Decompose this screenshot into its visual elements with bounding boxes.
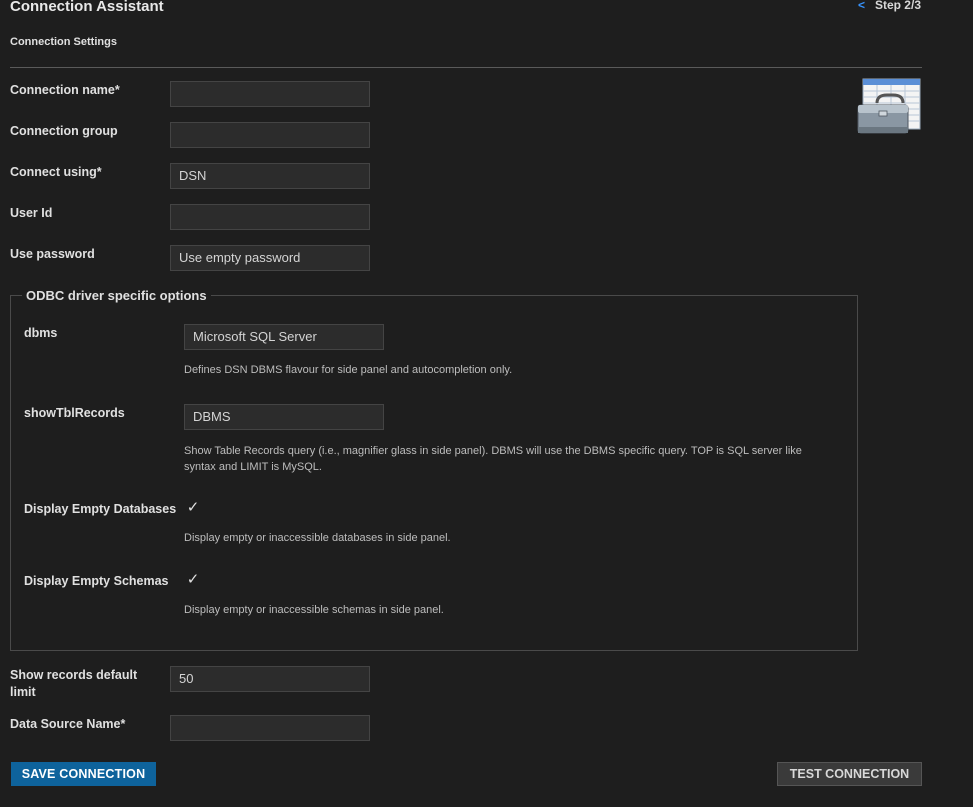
section-subtitle: Connection Settings [10,36,117,48]
back-chevron-icon[interactable]: < [858,0,865,12]
show-tbl-records-label: showTblRecords [24,406,125,420]
step-label: Step 2/3 [874,0,921,12]
odbc-options-legend: ODBC driver specific options [22,288,211,303]
connection-group-label: Connection group [10,124,118,138]
connect-using-label: Connect using* [10,165,102,179]
data-source-name-label: Data Source Name* [10,717,126,731]
display-empty-databases-label: Display Empty Databases [24,502,177,516]
connection-name-label: Connection name* [10,83,120,97]
odbc-options-fieldset [10,295,858,651]
dbms-description: Defines DSN DBMS flavour for side panel … [184,364,513,376]
show-tbl-records-select[interactable]: DBMS [184,404,384,430]
save-connection-button[interactable]: SAVE CONNECTION [11,762,156,786]
step-indicator: < Step 2/3 [858,0,921,12]
connection-group-input[interactable] [170,122,370,148]
show-tbl-records-description-line2: syntax and LIMIT is MySQL. [184,461,322,473]
test-connection-button[interactable]: TEST CONNECTION [777,762,922,786]
show-tbl-records-description-line1: Show Table Records query (i.e., magnifie… [184,445,802,457]
display-empty-databases-description: Display empty or inaccessible databases … [184,532,451,544]
dbms-label: dbms [24,326,58,340]
display-empty-schemas-description: Display empty or inaccessible schemas in… [184,604,444,616]
use-password-select[interactable]: Use empty password [170,245,370,271]
data-source-name-input[interactable] [170,715,370,741]
connect-using-select[interactable]: DSN [170,163,370,189]
use-password-label: Use password [10,247,95,261]
user-id-label: User Id [10,206,53,220]
display-empty-schemas-label: Display Empty Schemas [24,574,169,588]
page-title: Connection Assistant [10,0,164,15]
show-records-limit-label-line2: limit [10,685,36,699]
header-divider [10,67,922,68]
user-id-input[interactable] [170,204,370,230]
display-empty-databases-checkbox[interactable]: ✓ [184,499,202,517]
show-records-limit-input[interactable]: 50 [170,666,370,692]
toolbox-icon [857,78,921,134]
dbms-select[interactable]: Microsoft SQL Server [184,324,384,350]
connection-name-input[interactable] [170,81,370,107]
show-records-limit-label-line1: Show records default [10,668,138,682]
display-empty-schemas-checkbox[interactable]: ✓ [184,571,202,589]
